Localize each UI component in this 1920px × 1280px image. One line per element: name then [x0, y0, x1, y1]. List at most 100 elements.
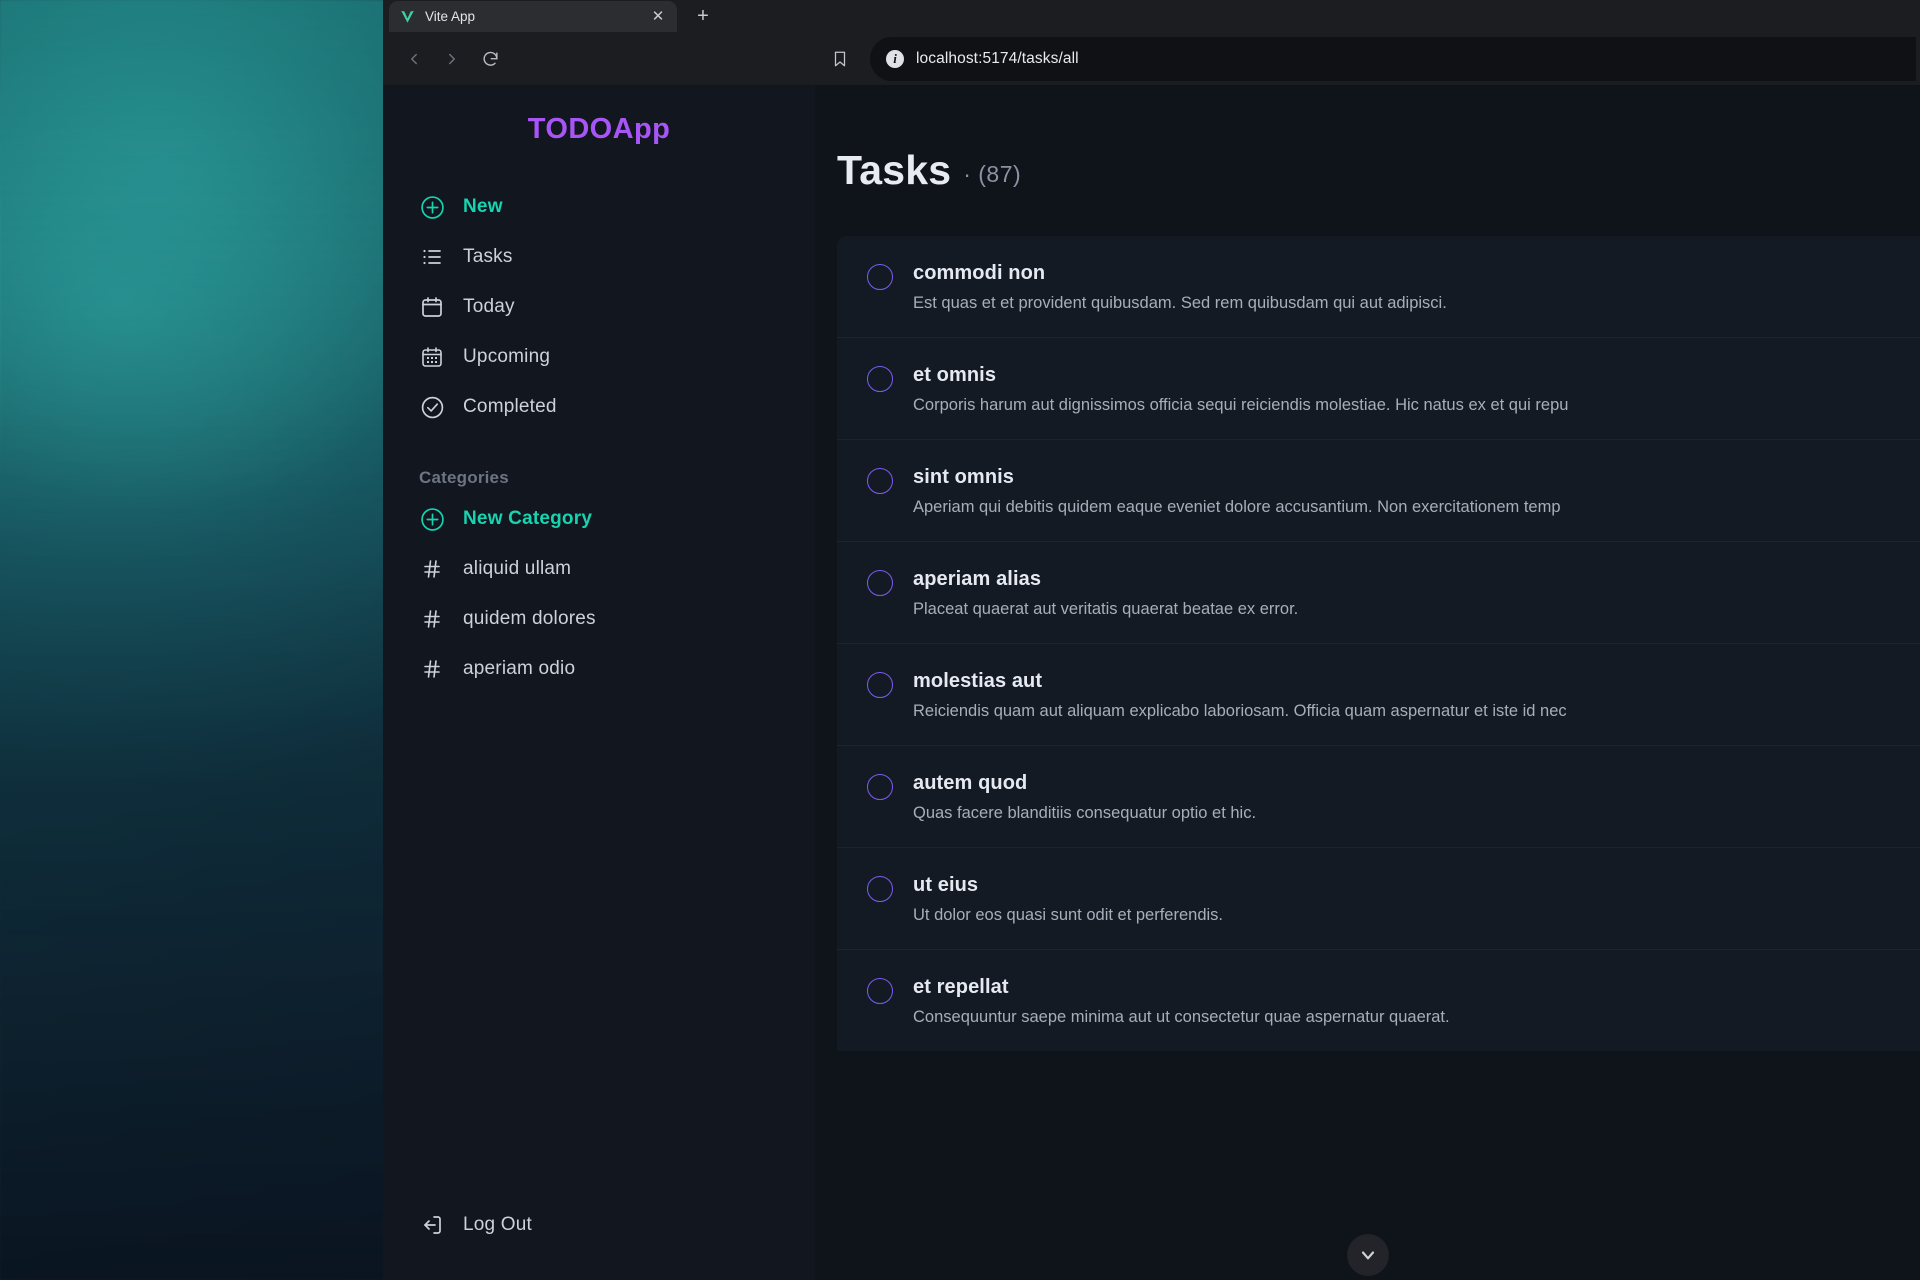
- task-checkbox[interactable]: [867, 672, 893, 698]
- task-row[interactable]: molestias aut Reiciendis quam aut aliqua…: [837, 643, 1920, 745]
- task-checkbox[interactable]: [867, 570, 893, 596]
- task-content: aperiam alias Placeat quaerat aut verita…: [913, 568, 1298, 619]
- task-description: Reiciendis quam aut aliquam explicabo la…: [913, 702, 1567, 720]
- task-description: Est quas et et provident quibusdam. Sed …: [913, 294, 1447, 312]
- task-count: · (87): [963, 161, 1022, 187]
- task-checkbox[interactable]: [867, 264, 893, 290]
- plus-circle-icon: [419, 506, 445, 532]
- sidebar: TODOApp New Tasks Today Upcoming Complet…: [383, 85, 815, 1280]
- check-circle-icon: [419, 394, 445, 420]
- url-text: localhost:5174/tasks/all: [916, 50, 1079, 67]
- logout-icon: [419, 1212, 445, 1238]
- browser-window: Vite App ✕ + i localhost:5174/tasks/all: [383, 0, 1920, 1280]
- task-row[interactable]: sint omnis Aperiam qui debitis quidem ea…: [837, 439, 1920, 541]
- browser-toolbar: i localhost:5174/tasks/all: [383, 33, 1920, 85]
- task-title: ut eius: [913, 874, 979, 896]
- address-bar[interactable]: i localhost:5174/tasks/all: [870, 37, 1916, 81]
- browser-tab[interactable]: Vite App ✕: [389, 1, 677, 32]
- task-checkbox[interactable]: [867, 876, 893, 902]
- hash-icon: [419, 556, 445, 582]
- sidebar-item-new[interactable]: New: [409, 186, 789, 228]
- bookmark-icon[interactable]: [823, 42, 857, 76]
- task-row[interactable]: et omnis Corporis harum aut dignissimos …: [837, 337, 1920, 439]
- task-content: et repellat Consequuntur saepe minima au…: [913, 976, 1450, 1027]
- chevron-down-icon[interactable]: [1346, 1234, 1389, 1276]
- task-title: aperiam alias: [913, 568, 1042, 590]
- task-content: sint omnis Aperiam qui debitis quidem ea…: [913, 466, 1561, 517]
- chevron-right-icon[interactable]: [435, 42, 469, 76]
- sidebar-item-label: aperiam odio: [463, 658, 576, 679]
- task-checkbox[interactable]: [867, 366, 893, 392]
- task-description: Aperiam qui debitis quidem eaque eveniet…: [913, 498, 1561, 516]
- task-title: et omnis: [913, 364, 997, 386]
- task-title: et repellat: [913, 976, 1009, 998]
- close-icon[interactable]: ✕: [649, 9, 667, 24]
- sidebar-nav: New Tasks Today Upcoming Completed: [383, 186, 815, 428]
- tab-title: Vite App: [425, 9, 476, 24]
- logout-button[interactable]: Log Out: [409, 1204, 789, 1246]
- calendar-days-icon: [419, 344, 445, 370]
- hash-icon: [419, 606, 445, 632]
- sidebar-item-label: Upcoming: [463, 346, 551, 367]
- main-content: Tasks · (87) commodi non Est quas et et …: [815, 85, 1920, 1280]
- calendar-icon: [419, 294, 445, 320]
- page-viewport: TODOApp New Tasks Today Upcoming Complet…: [383, 85, 1920, 1280]
- task-content: et omnis Corporis harum aut dignissimos …: [913, 364, 1568, 415]
- task-title: molestias aut: [913, 670, 1043, 692]
- task-checkbox[interactable]: [867, 978, 893, 1004]
- task-row[interactable]: aperiam alias Placeat quaerat aut verita…: [837, 541, 1920, 643]
- task-row[interactable]: autem quod Quas facere blanditiis conseq…: [837, 745, 1920, 847]
- sidebar-category-item[interactable]: aperiam odio: [409, 648, 789, 690]
- reload-icon[interactable]: [473, 42, 507, 76]
- task-content: autem quod Quas facere blanditiis conseq…: [913, 772, 1256, 823]
- screen: Vite App ✕ + i localhost:5174/tasks/all: [0, 0, 1920, 1280]
- wallpaper-shade: [0, 0, 390, 1280]
- hash-icon: [419, 656, 445, 682]
- new-tab-button[interactable]: +: [690, 4, 716, 30]
- sidebar-footer: Log Out: [383, 1204, 815, 1280]
- sidebar-item-label: aliquid ullam: [463, 558, 572, 579]
- task-row[interactable]: et repellat Consequuntur saepe minima au…: [837, 949, 1920, 1051]
- task-description: Corporis harum aut dignissimos officia s…: [913, 396, 1569, 414]
- categories-heading: Categories: [419, 468, 509, 487]
- sidebar-category-item[interactable]: quidem dolores: [409, 598, 789, 640]
- sidebar-categories: New Category aliquid ullam quidem dolore…: [383, 498, 815, 690]
- sidebar-item-label: Today: [463, 296, 515, 317]
- task-description: Ut dolor eos quasi sunt odit et perferen…: [913, 906, 1224, 924]
- task-row[interactable]: commodi non Est quas et et provident qui…: [837, 236, 1920, 337]
- vite-logo-icon: [399, 8, 416, 25]
- page-title: Tasks: [837, 147, 952, 193]
- task-description: Quas facere blanditiis consequatur optio…: [913, 804, 1257, 822]
- task-content: commodi non Est quas et et provident qui…: [913, 262, 1447, 313]
- info-icon[interactable]: i: [886, 50, 904, 68]
- task-description: Placeat quaerat aut veritatis quaerat be…: [913, 600, 1299, 618]
- sidebar-item-completed[interactable]: Completed: [409, 386, 789, 428]
- task-content: molestias aut Reiciendis quam aut aliqua…: [913, 670, 1567, 721]
- sidebar-item-label: New: [463, 196, 503, 217]
- sidebar-item-label: quidem dolores: [463, 608, 596, 629]
- app-logo[interactable]: TODOApp: [383, 113, 815, 146]
- sidebar-category-item[interactable]: aliquid ullam: [409, 548, 789, 590]
- sidebar-item-label: Tasks: [463, 246, 513, 267]
- task-checkbox[interactable]: [867, 774, 893, 800]
- logout-label: Log Out: [463, 1214, 533, 1235]
- sidebar-item-tasks[interactable]: Tasks: [409, 236, 789, 278]
- sidebar-item-today[interactable]: Today: [409, 286, 789, 328]
- sidebar-item-upcoming[interactable]: Upcoming: [409, 336, 789, 378]
- plus-circle-icon: [419, 194, 445, 220]
- list-icon: [419, 244, 445, 270]
- task-checkbox[interactable]: [867, 468, 893, 494]
- sidebar-item-label: Completed: [463, 396, 557, 417]
- task-row[interactable]: ut eius Ut dolor eos quasi sunt odit et …: [837, 847, 1920, 949]
- chevron-left-icon[interactable]: [397, 42, 431, 76]
- task-title: autem quod: [913, 772, 1028, 794]
- sidebar-item-new-category[interactable]: New Category: [409, 498, 789, 540]
- tab-strip: Vite App ✕ +: [383, 0, 1920, 33]
- task-content: ut eius Ut dolor eos quasi sunt odit et …: [913, 874, 1223, 925]
- task-title: commodi non: [913, 262, 1046, 284]
- sidebar-item-label: New Category: [463, 508, 593, 529]
- task-title: sint omnis: [913, 466, 1015, 488]
- task-list: commodi non Est quas et et provident qui…: [837, 236, 1920, 1051]
- page-header: Tasks · (87): [815, 147, 1920, 194]
